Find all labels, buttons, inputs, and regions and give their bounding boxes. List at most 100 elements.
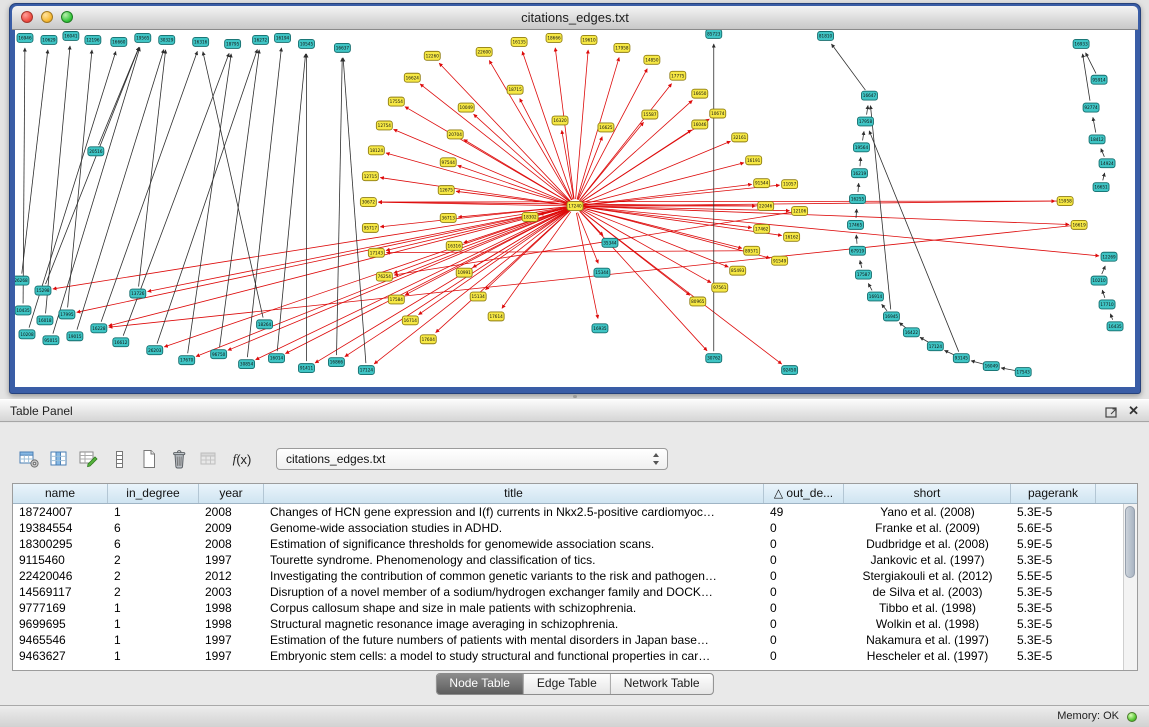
cell-pagerank[interactable]: 5.6E-5: [1011, 520, 1096, 536]
graph-node[interactable]: 17670: [179, 356, 195, 365]
graph-node[interactable]: 16945: [883, 312, 899, 321]
graph-node[interactable]: 16933: [1073, 39, 1089, 48]
cell-name[interactable]: 9699695: [13, 616, 108, 632]
cell-title[interactable]: Structural magnetic resonance image aver…: [264, 616, 764, 632]
cell-year[interactable]: 2003: [199, 584, 264, 600]
cell-in_degree[interactable]: 1: [108, 600, 199, 616]
cell-name[interactable]: 9463627: [13, 648, 108, 664]
graph-node[interactable]: 17775: [670, 71, 686, 80]
row-height-icon[interactable]: [104, 446, 134, 472]
graph-node[interactable]: 16946: [17, 33, 33, 42]
table-scrollbar[interactable]: [1123, 504, 1137, 670]
close-panel-icon[interactable]: ✕: [1128, 400, 1139, 422]
cell-short[interactable]: Yano et al. (2008): [844, 504, 1011, 520]
cell-short[interactable]: de Silva et al. (2003): [844, 584, 1011, 600]
graph-node[interactable]: 97544: [440, 158, 456, 167]
graph-node[interactable]: 17124: [927, 342, 943, 351]
graph-node[interactable]: 17710: [1099, 300, 1115, 309]
new-table-icon[interactable]: [134, 446, 164, 472]
cell-short[interactable]: Tibbo et al. (1998): [844, 600, 1011, 616]
graph-node[interactable]: 15587: [642, 110, 658, 119]
graph-node[interactable]: 16191: [746, 156, 762, 165]
graph-node[interactable]: 16316: [193, 37, 209, 46]
cell-name[interactable]: 18300295: [13, 536, 108, 552]
cell-title[interactable]: Genome-wide association studies in ADHD.: [264, 520, 764, 536]
cell-name[interactable]: 9777169: [13, 600, 108, 616]
graph-node[interactable]: 16049: [983, 362, 999, 371]
graph-node[interactable]: 19610: [581, 35, 597, 44]
graph-node[interactable]: 19565: [135, 33, 151, 42]
graph-node[interactable]: 14924: [1099, 159, 1115, 168]
graph-node[interactable]: 16714: [402, 316, 418, 325]
cell-title[interactable]: Estimation of the future numbers of pati…: [264, 632, 764, 648]
graph-node[interactable]: 16624: [404, 73, 420, 82]
graph-node[interactable]: 12269: [1101, 252, 1117, 261]
graph-node[interactable]: 30854: [239, 360, 255, 369]
window-titlebar[interactable]: citations_edges.txt: [12, 6, 1138, 30]
graph-node[interactable]: 17240: [567, 202, 583, 211]
cell-in_degree[interactable]: 6: [108, 536, 199, 552]
cell-name[interactable]: 9465546: [13, 632, 108, 648]
graph-node[interactable]: 16316: [446, 241, 462, 250]
graph-node[interactable]: 18124: [368, 146, 384, 155]
graph-node[interactable]: 16647: [861, 91, 877, 100]
graph-node[interactable]: 16272: [253, 35, 269, 44]
graph-node[interactable]: 30762: [706, 354, 722, 363]
graph-node[interactable]: 22600: [476, 47, 492, 56]
graph-node[interactable]: 93145: [953, 354, 969, 363]
graph-node[interactable]: 35344: [602, 238, 618, 247]
graph-node[interactable]: 16935: [592, 324, 608, 333]
cell-out_degree[interactable]: 0: [764, 632, 844, 648]
graph-node[interactable]: 10674: [710, 109, 726, 118]
graph-node[interactable]: 18264: [257, 320, 273, 329]
cell-out_degree[interactable]: 0: [764, 536, 844, 552]
column-header-pagerank[interactable]: pagerank: [1011, 484, 1096, 503]
graph-node[interactable]: 76254: [376, 272, 392, 281]
cell-in_degree[interactable]: 2: [108, 584, 199, 600]
cell-pagerank[interactable]: 5.3E-5: [1011, 632, 1096, 648]
graph-node[interactable]: 17587: [855, 270, 871, 279]
column-header-in_degree[interactable]: in_degree: [108, 484, 199, 503]
graph-node[interactable]: 17958: [857, 117, 873, 126]
graph-node[interactable]: 16866: [328, 358, 344, 367]
graph-node[interactable]: 17614: [488, 312, 504, 321]
table-row[interactable]: 2242004622012Investigating the contribut…: [13, 568, 1123, 584]
tab-network-table[interactable]: Network Table: [610, 674, 713, 694]
graph-node[interactable]: 18302: [522, 212, 538, 221]
graph-node[interactable]: 22046: [758, 202, 774, 211]
cell-year[interactable]: 1997: [199, 632, 264, 648]
graph-node[interactable]: 19015: [67, 332, 83, 341]
cell-short[interactable]: Stergiakouli et al. (2012): [844, 568, 1011, 584]
cell-title[interactable]: Corpus callosum shape and size in male p…: [264, 600, 764, 616]
table-row[interactable]: 969969511998Structural magnetic resonanc…: [13, 616, 1123, 632]
graph-node[interactable]: 16612: [113, 338, 129, 347]
cell-pagerank[interactable]: 5.9E-5: [1011, 536, 1096, 552]
cell-year[interactable]: 1997: [199, 648, 264, 664]
graph-node[interactable]: 95015: [43, 336, 59, 345]
cell-title[interactable]: Estimation of significance thresholds fo…: [264, 536, 764, 552]
graph-node[interactable]: 26268: [15, 276, 29, 285]
cell-name[interactable]: 19384554: [13, 520, 108, 536]
graph-node[interactable]: 17584: [388, 295, 404, 304]
graph-node[interactable]: 12196: [85, 35, 101, 44]
graph-node[interactable]: 30329: [159, 35, 175, 44]
cell-short[interactable]: Hescheler et al. (1997): [844, 648, 1011, 664]
table-row[interactable]: 1872400712008Changes of HCN gene express…: [13, 504, 1123, 520]
cell-in_degree[interactable]: 1: [108, 504, 199, 520]
graph-node[interactable]: 17124: [358, 366, 374, 375]
graph-node[interactable]: 80965: [690, 297, 706, 306]
memory-ok-icon[interactable]: [1127, 712, 1137, 722]
graph-node[interactable]: 30672: [360, 198, 376, 207]
graph-node[interactable]: 16619: [1071, 220, 1087, 229]
graph-node[interactable]: 17543: [1015, 368, 1031, 377]
cell-title[interactable]: Embryonic stem cells: a model to study s…: [264, 648, 764, 664]
graph-node[interactable]: 12715: [362, 172, 378, 181]
graph-node[interactable]: 17462: [754, 224, 770, 233]
cell-name[interactable]: 22420046: [13, 568, 108, 584]
cell-in_degree[interactable]: 1: [108, 648, 199, 664]
cell-out_degree[interactable]: 0: [764, 600, 844, 616]
cell-title[interactable]: Disruption of a novel member of a sodium…: [264, 584, 764, 600]
graph-node[interactable]: 10049: [458, 103, 474, 112]
graph-node[interactable]: 17554: [388, 97, 404, 106]
graph-node[interactable]: 13726: [130, 289, 146, 298]
